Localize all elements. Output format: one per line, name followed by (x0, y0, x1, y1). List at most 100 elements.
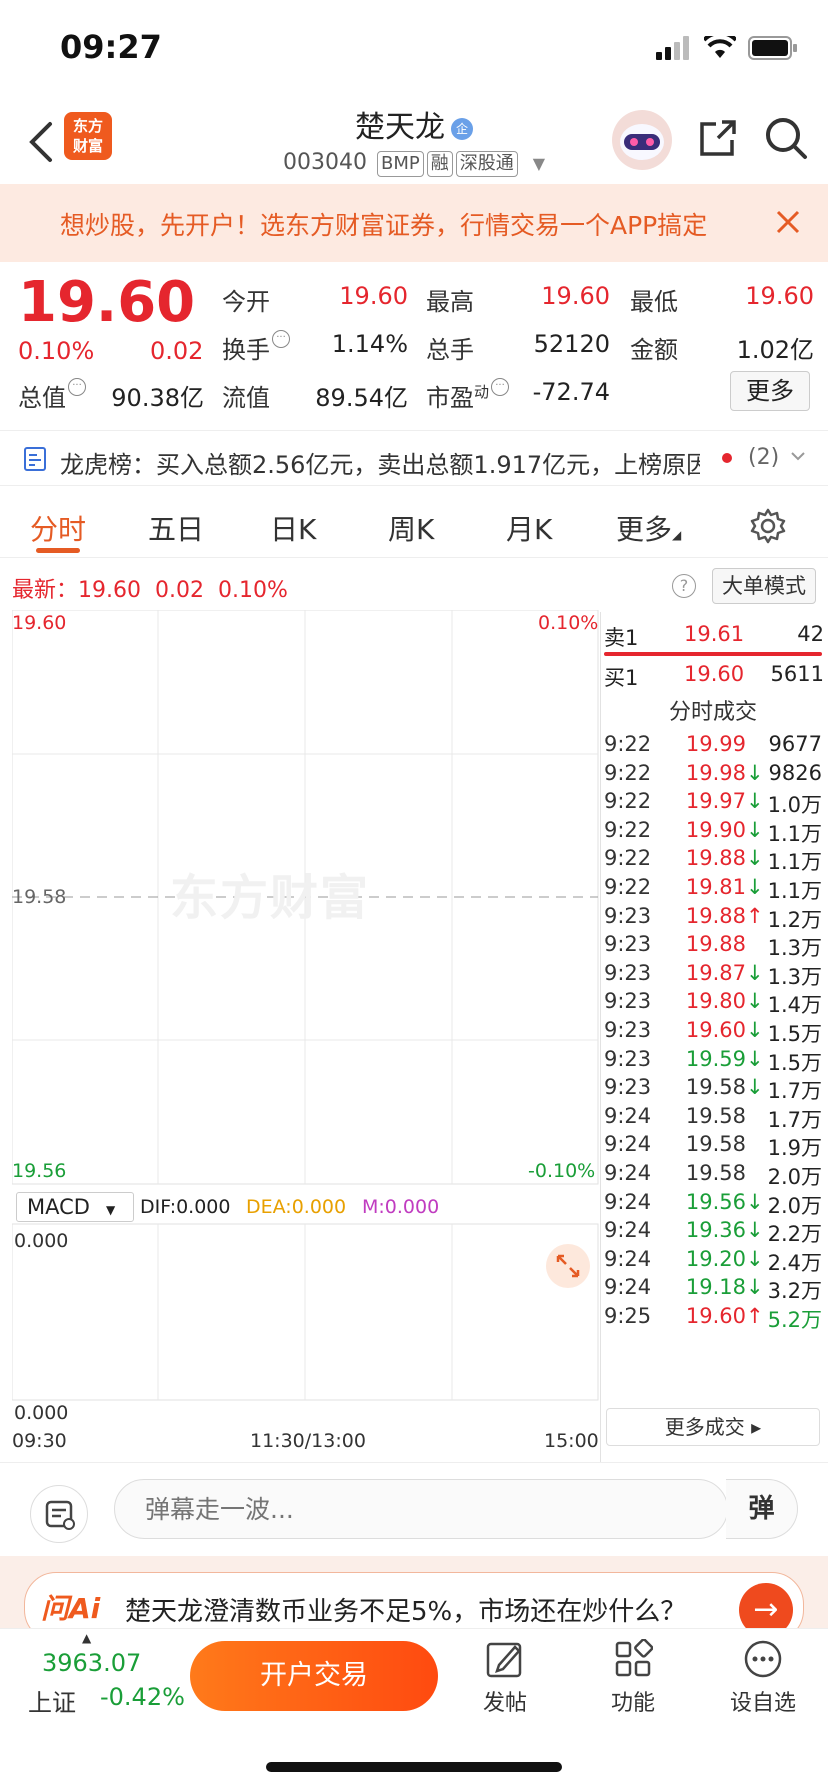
big-order-mode-button[interactable]: 大单模式 (712, 568, 816, 604)
expand-icon[interactable] (546, 1244, 590, 1288)
trade-time: 9:22 (604, 789, 652, 814)
low-value: 19.60 (745, 282, 814, 310)
trade-price: 19.58 (685, 1103, 746, 1128)
intraday-chart[interactable] (12, 610, 600, 1424)
trade-volume: 1.9万 (767, 1136, 822, 1161)
nav-functions[interactable]: 功能 (588, 1639, 678, 1717)
index-value[interactable]: 3963.07 (42, 1649, 141, 1677)
indicator-select[interactable]: MACD ▼ (16, 1192, 134, 1222)
current-price: 19.60 (18, 270, 196, 335)
stock-name: 楚天龙 (355, 110, 445, 145)
float-value: 89.54亿 (315, 384, 408, 412)
index-name[interactable]: 上证 (28, 1683, 76, 1718)
trade-price: 19.56↓ (685, 1189, 764, 1214)
trade-price: 19.90↓ (685, 817, 764, 842)
share-icon[interactable] (698, 118, 738, 158)
trade-row: 9:24 19.58 1.7万 (604, 1104, 822, 1134)
trade-row: 9:24 19.18↓ 3.2万 (604, 1275, 822, 1305)
trade-row: 9:24 19.58 2.0万 (604, 1161, 822, 1191)
trade-price: 19.36↓ (685, 1218, 764, 1243)
danmu-button[interactable]: 弹 (726, 1479, 798, 1539)
trade-volume: 1.0万 (767, 793, 822, 818)
gear-icon[interactable] (750, 508, 786, 544)
trade-volume: 1.3万 (767, 964, 822, 989)
tab-intraday[interactable]: 分时 (30, 508, 86, 548)
trade-time: 9:22 (604, 732, 652, 756)
trade-time: 9:23 (604, 989, 652, 1014)
y-axis-mid: 19.58 (12, 886, 67, 908)
trade-time: 9:24 (604, 1161, 652, 1185)
search-icon[interactable] (764, 116, 808, 160)
trade-time: 9:22 (604, 846, 652, 871)
trade-price: 19.88 (685, 932, 746, 957)
trade-volume: 5.2万 (767, 1308, 822, 1332)
x-axis-mid: 11:30/13:00 (250, 1430, 366, 1452)
open-account-trade-button[interactable]: 开户交易 (190, 1641, 438, 1711)
trade-time: 9:23 (604, 932, 652, 957)
trade-time: 9:23 (604, 1075, 652, 1100)
tab-monthly-k[interactable]: 月K (506, 508, 552, 548)
trade-row: 9:24 19.20↓ 2.4万 (604, 1247, 822, 1277)
home-indicator (266, 1762, 562, 1772)
info-icon[interactable]: ··· (272, 330, 290, 348)
trade-price: 19.98↓ (685, 760, 764, 785)
note-icon[interactable] (30, 1485, 88, 1543)
trade-time: 9:24 (604, 1103, 652, 1128)
spread-bar (604, 652, 822, 656)
tab-daily-k[interactable]: 日K (270, 508, 316, 548)
enterprise-badge: 企 (451, 117, 473, 140)
stock-header: 东方 财富 楚天龙企 003040 BMP 融深股通 ▼ (0, 98, 828, 184)
index-change[interactable]: -0.42% (100, 1683, 185, 1711)
trade-price: 19.60↑ (685, 1304, 764, 1328)
robot-assistant-icon[interactable] (612, 110, 672, 170)
more-trades-button[interactable]: 更多成交 ▸ (606, 1408, 820, 1446)
y-axis-top: 19.60 (12, 612, 67, 634)
info-icon[interactable]: ··· (68, 378, 86, 396)
trade-time: 9:24 (604, 1246, 652, 1271)
trade-price: 19.88↓ (685, 846, 764, 871)
dragon-tiger-row[interactable]: 龙虎榜：买入总额2.56亿元，卖出总额1.917亿元，上榜原因 (2) (0, 430, 828, 486)
turnover-value: 1.14% (331, 330, 408, 358)
caret-icon: ◢ (672, 528, 682, 542)
trade-row: 9:23 19.60↓ 1.5万 (604, 1018, 822, 1048)
tab-weekly-k[interactable]: 周K (388, 508, 434, 548)
help-icon[interactable]: ? (672, 574, 696, 598)
volume-value: 52120 (533, 330, 610, 358)
trade-time: 9:24 (604, 1218, 652, 1243)
trade-row: 9:25 19.60↑ 5.2万 (604, 1304, 822, 1334)
nav-add-watchlist[interactable]: 设自选 (718, 1639, 808, 1717)
amount-value: 1.02亿 (736, 336, 814, 364)
active-tab-indicator (36, 548, 80, 553)
macd-axis-top: 0.000 (14, 1230, 69, 1252)
tab-five-day[interactable]: 五日 (148, 508, 204, 548)
document-icon (24, 447, 46, 471)
comment-bar: 弹 (0, 1462, 828, 1556)
more-dots-icon (744, 1640, 782, 1678)
trade-row: 9:22 19.98↓ 9826 (604, 761, 822, 791)
more-button[interactable]: 更多 (730, 371, 810, 411)
trade-price: 19.18↓ (685, 1275, 764, 1300)
trade-price: 19.80↓ (685, 989, 764, 1014)
tab-more[interactable]: 更多◢ (616, 508, 681, 548)
trade-volume: 1.1万 (767, 879, 822, 903)
macd-m: M:0.000 (362, 1196, 440, 1218)
trade-price: 19.60↓ (685, 1018, 764, 1042)
float-label: 流值 (222, 384, 270, 412)
amount-label: 金额 (630, 336, 678, 364)
trade-row: 9:23 19.87↓ 1.3万 (604, 961, 822, 991)
danmu-input[interactable] (114, 1479, 728, 1539)
open-account-banner[interactable]: 想炒股，先开户！选东方财富证券，行情交易一个APP搞定 (0, 184, 828, 262)
trade-time: 9:22 (604, 817, 652, 842)
trade-price: 19.99 (685, 732, 746, 756)
close-icon[interactable] (774, 208, 802, 236)
tag-margin: 融 (426, 151, 453, 177)
nav-post[interactable]: 发帖 (460, 1639, 550, 1717)
x-axis-start: 09:30 (12, 1430, 67, 1452)
trade-volume: 3.2万 (767, 1279, 822, 1304)
trade-volume: 1.5万 (767, 1022, 822, 1046)
trade-time: 9:23 (604, 960, 652, 985)
ai-logo: 问Ai (41, 1592, 101, 1625)
status-icons (656, 36, 798, 60)
trade-time: 9:24 (604, 1275, 652, 1300)
trade-volume: 1.7万 (767, 1107, 822, 1132)
